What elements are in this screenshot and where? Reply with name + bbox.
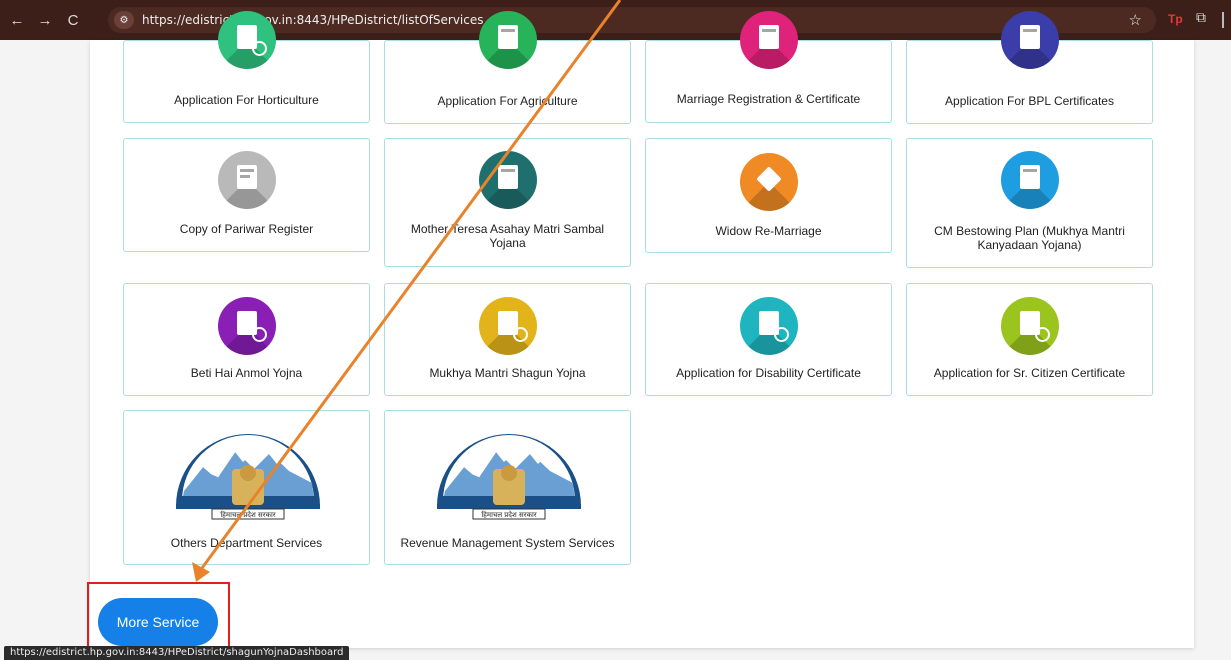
widow-remarriage-icon [740,153,798,211]
service-card-widow-remarriage[interactable]: Widow Re-Marriage [645,138,892,253]
forward-icon[interactable]: → [34,9,56,31]
emblem-caption: हिमाचल प्रदेश सरकार [220,510,275,519]
horticulture-icon [218,11,276,69]
service-label: Application For Horticulture [174,93,319,107]
service-card-others-department[interactable]: हिमाचल प्रदेश सरकार Others Department Se… [123,410,370,565]
service-label: Copy of Pariwar Register [179,222,314,236]
service-card-horticulture[interactable]: Application For Horticulture [123,11,370,123]
emblem-caption: हिमाचल प्रदेश सरकार [481,510,536,519]
service-label: Application for Sr. Citizen Certificate [933,366,1126,380]
hp-government-emblem: हिमाचल प्रदेश सरकार [437,434,581,520]
service-label: Revenue Management System Services [400,536,615,550]
agriculture-icon [479,11,537,69]
service-label: Mother Teresa Asahay Matri Sambal Yojana [410,222,605,250]
service-label: Application For BPL Certificates [945,94,1114,108]
url-text[interactable]: https://edistrict.hp.gov.in:8443/HPeDist… [142,13,484,27]
service-card-sr-citizen[interactable]: Application for Sr. Citizen Certificate [906,283,1153,396]
bpl-certificate-icon [1001,11,1059,69]
bookmark-star-icon[interactable]: ☆ [1129,11,1142,29]
site-info-icon[interactable]: ⚙ [114,11,134,29]
beti-hai-anmol-icon [218,297,276,355]
highlight-box [87,582,230,652]
service-label: Application For Agriculture [437,94,578,108]
service-label: Beti Hai Anmol Yojna [190,366,303,380]
service-label: Mukhya Mantri Shagun Yojna [429,366,586,380]
service-card-beti-hai-anmol[interactable]: Beti Hai Anmol Yojna [123,283,370,396]
mother-teresa-yojana-icon [479,151,537,209]
service-label: Others Department Services [170,536,323,550]
service-label: Application for Disability Certificate [676,366,861,380]
disability-certificate-icon [740,297,798,355]
sr-citizen-certificate-icon [1001,297,1059,355]
service-label: CM Bestowing Plan (Mukhya Mantri Kanyada… [934,224,1125,252]
reload-icon[interactable]: C [62,9,84,31]
pariwar-register-icon [218,151,276,209]
service-card-bpl[interactable]: Application For BPL Certificates [906,11,1153,124]
service-card-disability[interactable]: Application for Disability Certificate [645,283,892,396]
service-card-revenue-management[interactable]: हिमाचल प्रदेश सरकार Revenue Management S… [384,410,631,565]
profile-divider [1222,12,1224,28]
shagun-yojna-icon [479,297,537,355]
link-status-bar: https://edistrict.hp.gov.in:8443/HPeDist… [4,646,350,660]
hp-government-emblem: हिमाचल प्रदेश सरकार [176,434,320,520]
service-card-marriage[interactable]: Marriage Registration & Certificate [645,11,892,123]
service-label: Widow Re-Marriage [715,224,822,238]
service-card-shagun-yojna[interactable]: Mukhya Mantri Shagun Yojna [384,283,631,396]
back-icon[interactable]: ← [6,9,28,31]
extensions-puzzle-icon[interactable]: ⧉ [1196,9,1206,26]
kanyadaan-yojana-icon [1001,151,1059,209]
extension-tp-icon[interactable]: Tp [1168,12,1183,26]
service-card-pariwar-register[interactable]: Copy of Pariwar Register [123,138,370,252]
marriage-certificate-icon [740,11,798,69]
service-label: Marriage Registration & Certificate [676,92,861,106]
service-card-cm-bestowing[interactable]: CM Bestowing Plan (Mukhya Mantri Kanyada… [906,138,1153,268]
service-card-mother-teresa[interactable]: Mother Teresa Asahay Matri Sambal Yojana [384,138,631,267]
service-card-agriculture[interactable]: Application For Agriculture [384,11,631,124]
